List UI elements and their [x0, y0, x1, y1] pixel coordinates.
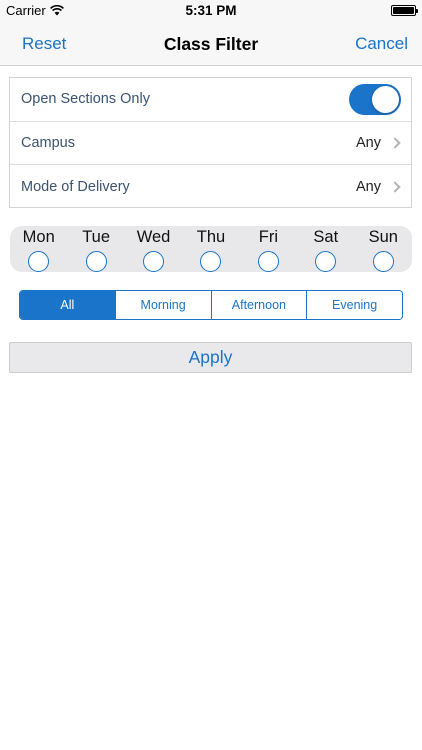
chevron-right-icon [389, 137, 401, 149]
day-selector: Mon Tue Wed Thu Fri Sat Sun [10, 226, 412, 272]
day-label: Sat [313, 228, 339, 246]
mode-of-delivery-value-group: Any [356, 179, 401, 195]
day-label: Tue [82, 228, 111, 246]
day-fri-checkbox[interactable] [257, 251, 279, 272]
day-sat-checkbox[interactable] [315, 251, 337, 272]
day-mon: Mon [10, 226, 67, 272]
day-wed: Wed [125, 226, 182, 272]
segment-afternoon[interactable]: Afternoon [211, 291, 308, 319]
mode-of-delivery-row[interactable]: Mode of Delivery Any [10, 165, 411, 209]
day-sun-checkbox[interactable] [372, 251, 394, 272]
campus-label: Campus [21, 134, 75, 151]
day-tue: Tue [67, 226, 124, 272]
day-label: Wed [136, 228, 171, 246]
status-bar: Carrier 5:31 PM [0, 0, 422, 22]
mode-of-delivery-label: Mode of Delivery [21, 178, 130, 195]
toggle-knob [372, 85, 399, 113]
apply-button[interactable]: Apply [9, 342, 412, 373]
day-label: Fri [258, 228, 279, 246]
open-sections-label: Open Sections Only [21, 91, 150, 108]
day-tue-checkbox[interactable] [85, 251, 107, 272]
campus-value: Any [356, 134, 381, 151]
chevron-right-icon [389, 181, 401, 193]
navigation-bar: Reset Class Filter Cancel [0, 22, 422, 66]
cancel-button[interactable]: Cancel [355, 34, 408, 54]
open-sections-toggle[interactable] [349, 83, 401, 115]
campus-row[interactable]: Campus Any [10, 122, 411, 166]
day-mon-checkbox[interactable] [28, 251, 50, 272]
battery-icon [391, 5, 418, 16]
status-time: 5:31 PM [185, 3, 237, 18]
day-label: Thu [196, 228, 226, 246]
day-wed-checkbox[interactable] [143, 251, 165, 272]
mode-of-delivery-value: Any [356, 178, 381, 195]
day-label: Sun [368, 228, 398, 246]
campus-value-group: Any [356, 135, 401, 151]
battery-fill [393, 7, 414, 14]
segment-all[interactable]: All [20, 291, 116, 319]
day-fri: Fri [240, 226, 297, 272]
day-sat: Sat [297, 226, 354, 272]
segment-morning[interactable]: Morning [115, 291, 212, 319]
day-sun: Sun [355, 226, 412, 272]
day-thu: Thu [182, 226, 239, 272]
filter-settings-group: Open Sections Only Campus Any Mode of De… [9, 77, 412, 208]
day-thu-checkbox[interactable] [200, 251, 222, 272]
open-sections-row: Open Sections Only [10, 78, 411, 122]
day-label: Mon [22, 228, 55, 246]
time-of-day-segmented-control: All Morning Afternoon Evening [19, 290, 403, 320]
segment-evening[interactable]: Evening [307, 291, 402, 319]
